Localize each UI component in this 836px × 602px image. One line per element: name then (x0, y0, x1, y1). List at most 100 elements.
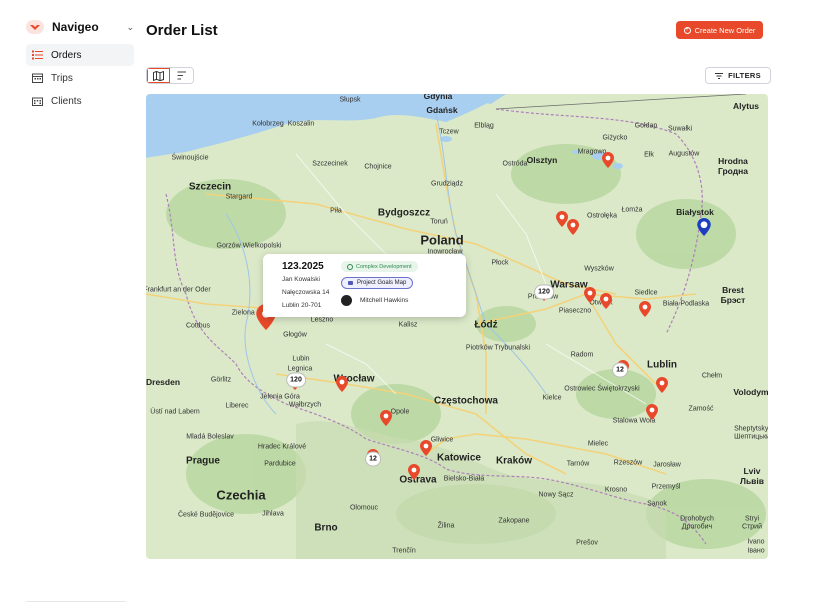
map-label: Leszno (310, 316, 334, 324)
map-label: Шептицьки (734, 433, 768, 441)
map-label: Chełm (701, 372, 723, 380)
map-label: Szczecinek (312, 160, 348, 168)
map-label: Piła (330, 207, 342, 215)
map-label: Гродна (717, 166, 749, 176)
map-view-button[interactable] (147, 68, 170, 83)
map-label: Olomouc (349, 504, 379, 512)
map-label: Jihlava (262, 510, 284, 518)
project-icon (348, 281, 353, 285)
map-label: Łódź (474, 319, 498, 331)
sidebar-item-trips[interactable]: Trips (26, 67, 134, 89)
map-label: Hrodna (718, 156, 748, 166)
map-label: Warsaw (550, 279, 588, 291)
map-label: Івано (747, 547, 765, 555)
map-label: Grudziądz (431, 180, 463, 188)
map-label: Stryi (745, 515, 759, 523)
check-circle-icon (347, 263, 353, 270)
map-label: Liberec (225, 402, 249, 410)
map-label: Olsztyn (526, 155, 558, 165)
map-label: Suwałki (667, 125, 693, 133)
map-label: Gorzów Wielkopolski (216, 242, 282, 250)
map-label: Toruń (430, 218, 448, 226)
map-label: Lviv (743, 466, 761, 476)
map-label: Częstochowa (434, 395, 498, 407)
map-label: Wałbrzych (288, 401, 322, 409)
map-label: Piaseczno (558, 307, 592, 315)
map-label: Gołdap (634, 122, 658, 130)
map-label: Jelenia Góra (260, 393, 300, 401)
page-title: Order List (146, 22, 218, 39)
filters-button[interactable]: FILTERS (705, 67, 771, 84)
map-label: Prešov (576, 539, 598, 547)
address-street: Nałęczowska 14 (282, 289, 330, 296)
map-label: Płock (491, 259, 509, 267)
map-label: Mielec (587, 440, 609, 448)
map-label: Tarnów (566, 460, 590, 468)
map-label: Стрий (742, 523, 762, 531)
map-label: Ústí nad Labem (150, 408, 200, 416)
map-label: Brno (314, 522, 338, 534)
map-label: Bydgoszcz (377, 207, 431, 219)
create-new-order-button[interactable]: + Create New Order (676, 21, 763, 39)
plus-circle-icon: + (683, 26, 691, 34)
map-label: Poland (420, 232, 464, 248)
map-label: Głogów (283, 331, 307, 339)
avatar (341, 295, 352, 306)
map-label: Kielce (542, 394, 562, 402)
map-label: Piotrków Trybunalski (465, 344, 531, 352)
map-label: Ełk (644, 151, 654, 159)
map-label: Giżycko (602, 134, 628, 142)
map-label: Žilina (437, 522, 455, 530)
map-label: Dresden (146, 377, 181, 387)
navigeo-logo-icon (26, 20, 44, 34)
map-label: Radom (570, 351, 594, 359)
list-view-button[interactable] (170, 68, 193, 83)
map-label: Opole (390, 408, 410, 416)
map-label: Prague (186, 455, 220, 467)
map-label: Szczecin (188, 181, 232, 193)
map-label: Ostrołęka (587, 212, 617, 220)
app-name: Navigeo (52, 20, 99, 34)
map-label: Zamość (688, 405, 714, 413)
map-label: Chojnice (364, 163, 392, 171)
project-goals-chip[interactable]: Project Goals Map (341, 277, 414, 289)
sidebar-item-clients[interactable]: Clients (26, 90, 134, 112)
map-label: Augustów (668, 150, 700, 158)
map-label: Ivano (747, 538, 765, 546)
sidebar-item-orders[interactable]: Orders (26, 44, 134, 66)
map-label: Elbląg (474, 122, 494, 130)
map-label: Jarosław (653, 461, 681, 469)
map-label: Ostróda (502, 160, 528, 168)
map-label: Lubin (292, 355, 310, 363)
map-label: Białystok (676, 207, 714, 217)
map-label: Kalisz (398, 321, 418, 329)
map-label: Pardubice (264, 460, 296, 468)
workspace-switcher[interactable]: Navigeo ⌄ (26, 20, 134, 34)
map-label: Mladá Boleslav (186, 433, 234, 441)
sidebar: Navigeo ⌄ Orders Trips Clients (0, 0, 140, 602)
baltic-sea (146, 94, 506, 158)
order-number: 123.2025 (282, 261, 324, 272)
map-label: Kraków (495, 455, 533, 467)
create-button-label: Create New Order (694, 25, 756, 35)
map-cluster[interactable]: 120 (286, 372, 306, 388)
map-cluster[interactable]: 12 (612, 362, 628, 378)
map-label: Дрогобич (681, 523, 713, 531)
map-label: Львів (739, 476, 765, 486)
sidebar-item-label: Trips (51, 72, 73, 84)
map-label: Katowice (437, 452, 481, 464)
map-cluster[interactable]: 12 (365, 451, 381, 467)
map-label: Stargard (225, 193, 253, 201)
map-label: Rzeszów (613, 459, 643, 467)
map-cluster[interactable]: 120 (534, 284, 554, 300)
map-label: Trenčín (392, 547, 416, 555)
map-label: Frankfurt an der Oder (146, 286, 211, 294)
map-label: Görlitz (210, 376, 232, 384)
orders-map[interactable]: Poland Czechia Gdańsk Gdynia Słupsk Koszalin K… (146, 94, 768, 559)
assignee-name: Mitchell Hawkins (360, 297, 409, 304)
map-label: Lublin (647, 359, 677, 371)
order-popup[interactable]: 123.2025 Jan Kowalski Nałęczowska 14 Lub… (263, 254, 466, 317)
address-city: Lublin 20-701 (282, 302, 322, 309)
map-label: Legnica (287, 365, 313, 373)
map-label: Biała Podlaska (662, 300, 710, 308)
